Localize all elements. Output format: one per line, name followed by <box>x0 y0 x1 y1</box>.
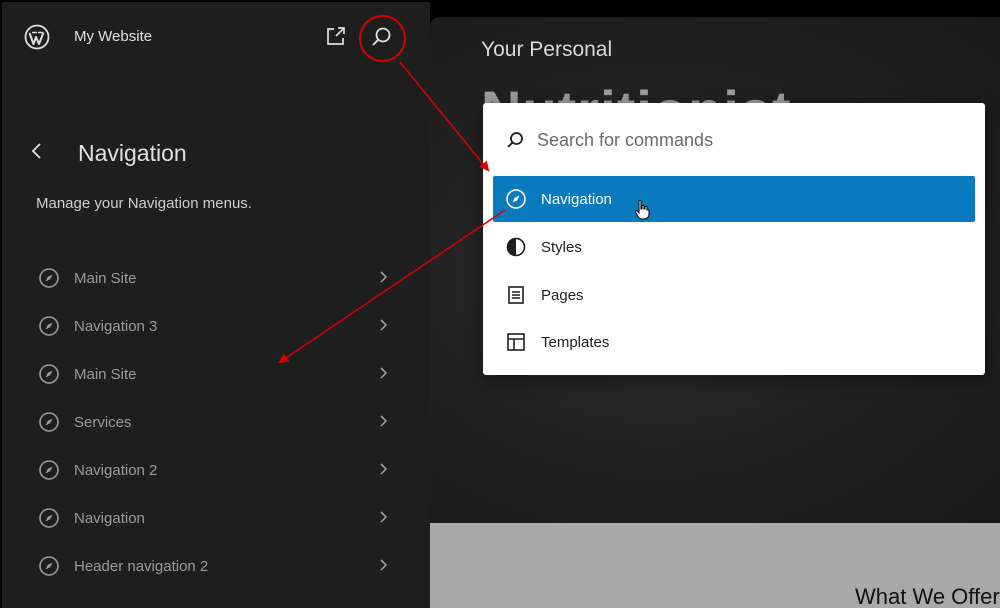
compass-icon <box>506 189 526 209</box>
wordpress-logo-icon[interactable] <box>24 24 50 50</box>
compass-icon <box>39 556 59 576</box>
nav-menu-item[interactable]: Navigation 3 <box>28 302 408 350</box>
hero-subtitle: Your Personal <box>481 38 613 61</box>
chevron-right-icon <box>380 463 388 475</box>
navigation-menu-list: Main Site Navigation 3 Main Site Service… <box>28 254 408 590</box>
hand-cursor-icon <box>634 199 650 220</box>
chevron-right-icon <box>380 559 388 571</box>
top-bar: My Website <box>2 2 432 72</box>
search-icon[interactable] <box>369 25 393 49</box>
chevron-right-icon <box>380 271 388 283</box>
command-pages[interactable]: Pages <box>493 272 975 318</box>
nav-menu-item[interactable]: Services <box>28 398 408 446</box>
chevron-right-icon <box>380 367 388 379</box>
chevron-right-icon <box>380 319 388 331</box>
command-label: Pages <box>541 286 584 304</box>
nav-menu-item-label: Navigation 2 <box>74 461 158 479</box>
command-search-input[interactable] <box>537 125 957 155</box>
command-label: Templates <box>541 333 610 351</box>
command-label: Styles <box>541 238 582 256</box>
compass-icon <box>39 412 59 432</box>
external-link-icon[interactable] <box>324 24 348 48</box>
nav-menu-item[interactable]: Navigation 2 <box>28 446 408 494</box>
chevron-right-icon <box>380 415 388 427</box>
chevron-left-icon[interactable] <box>28 142 46 160</box>
nav-menu-item[interactable]: Header navigation 2 <box>28 542 408 590</box>
nav-menu-item-label: Services <box>74 413 132 431</box>
half-circle-icon <box>506 237 526 257</box>
compass-icon <box>39 460 59 480</box>
command-label: Navigation <box>541 190 612 208</box>
compass-icon <box>39 508 59 528</box>
command-navigation[interactable]: Navigation <box>493 176 975 222</box>
nav-menu-item-label: Header navigation 2 <box>74 557 209 575</box>
compass-icon <box>39 364 59 384</box>
nav-menu-item[interactable]: Main Site <box>28 254 408 302</box>
compass-icon <box>39 268 59 288</box>
command-styles[interactable]: Styles <box>493 224 975 270</box>
panel-title: Navigation <box>78 140 187 166</box>
nav-menu-item-label: Navigation 3 <box>74 317 158 335</box>
nav-menu-item-label: Main Site <box>74 365 137 383</box>
command-palette: Navigation Styles Pages Templates <box>483 103 985 375</box>
search-icon <box>507 132 523 148</box>
command-templates[interactable]: Templates <box>493 319 975 365</box>
nav-menu-item[interactable]: Main Site <box>28 350 408 398</box>
sidebar: My Website Navigation Manage your Naviga… <box>0 0 430 608</box>
site-title[interactable]: My Website <box>74 28 152 45</box>
nav-menu-item-label: Main Site <box>74 269 137 287</box>
chevron-right-icon <box>380 511 388 523</box>
panel-description: Manage your Navigation menus. <box>36 195 252 212</box>
command-search <box>483 103 985 173</box>
section-heading: What We Offer <box>855 584 1000 608</box>
nav-menu-item[interactable]: Navigation <box>28 494 408 542</box>
nav-menu-item-label: Navigation <box>74 509 145 527</box>
layout-icon <box>507 333 525 351</box>
page-icon <box>508 286 524 304</box>
compass-icon <box>39 316 59 336</box>
